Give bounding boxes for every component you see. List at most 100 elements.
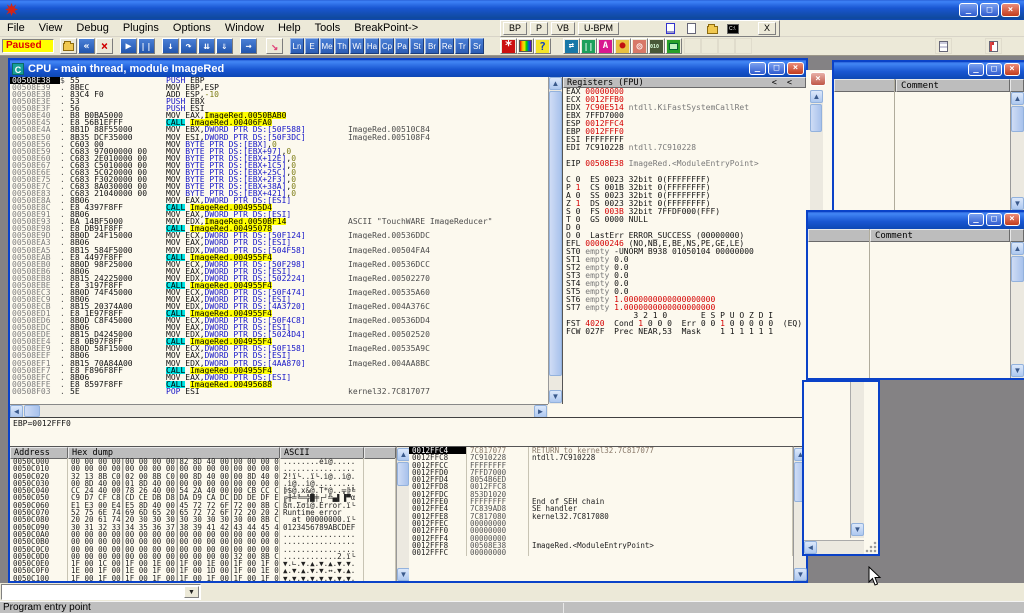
register-line[interactable]: O 0 LastErr ERROR_SUCCESS (00000000) bbox=[563, 232, 806, 240]
menu-breakpoint[interactable]: BreakPoint-> bbox=[347, 20, 425, 37]
run-icon[interactable]: ▶ bbox=[120, 38, 137, 54]
disasm-row[interactable]: 00508ED1.E8 1E97F8FFCALL ImageRed.004955… bbox=[10, 310, 548, 317]
disasm-row[interactable]: 00508EC9.8B06MOV EAX,DWORD PTR DS:[ESI] bbox=[10, 296, 548, 303]
toolbar-letter-button-th[interactable]: Th bbox=[335, 38, 349, 54]
info-pane[interactable]: EBP=0012FFF0 bbox=[10, 417, 806, 445]
disasm-row[interactable]: 00508EE4.E8 0B97F8FFCALL ImageRed.004955… bbox=[10, 338, 548, 345]
dump-vscrollbar[interactable]: ▲ ▼ bbox=[396, 446, 409, 581]
toolbar-letter-button-ha[interactable]: Ha bbox=[365, 38, 379, 54]
toolbar-letter-button-st[interactable]: St bbox=[410, 38, 424, 54]
scroll-down-icon[interactable]: ▼ bbox=[549, 390, 562, 403]
disassembly-vscrollbar[interactable]: ▲ ▼ bbox=[548, 77, 562, 404]
disasm-row[interactable]: 00508E8A.8B06MOV EAX,DWORD PTR DS:[ESI] bbox=[10, 197, 548, 204]
register-line[interactable]: P 1 CS 001B 32bit 0(FFFFFFFF) bbox=[563, 184, 806, 192]
dump-row[interactable]: 0050C060E1 E3 00 E4|E5 8D 40 00|45 72 72… bbox=[10, 502, 396, 509]
menu-options[interactable]: Options bbox=[166, 20, 218, 37]
step-over-icon[interactable]: ↷ bbox=[180, 38, 197, 54]
disasm-row[interactable]: 00508EEF.8B06MOV EAX,DWORD PTR DS:[ESI] bbox=[10, 352, 548, 359]
assembler-a-icon[interactable]: A bbox=[597, 38, 614, 54]
register-line[interactable]: FST 4020 Cond 1 0 0 0 Err 0 0 1 0 0 0 0 … bbox=[563, 320, 806, 328]
register-line[interactable]: C 0 ES 0023 32bit 0(FFFFFFFF) bbox=[563, 176, 806, 184]
stack-row[interactable]: 0012FFE0FFFFFFFFEnd of SEH chain bbox=[409, 498, 793, 505]
disasm-row[interactable]: 00508E60.C683 2E010000 00MOV BYTE PTR DS… bbox=[10, 155, 548, 162]
scroll-up-icon[interactable]: ▲ bbox=[810, 90, 823, 103]
dump-row[interactable]: 0050C040CC 24 40 00|78 26 40 00|54 2A 40… bbox=[10, 487, 396, 494]
plugin-close-button[interactable]: X bbox=[758, 22, 776, 35]
dump-row[interactable]: 0050C0C000 00 00 00|00 00 00 00|00 00 00… bbox=[10, 546, 396, 553]
help-icon[interactable]: ? bbox=[534, 38, 551, 54]
disasm-row[interactable]: 00508E75.C683 F3020000 00MOV BYTE PTR DS… bbox=[10, 176, 548, 183]
cpu-minimize-button[interactable]: _ bbox=[749, 62, 766, 75]
toolbar-letter-button-me[interactable]: Me bbox=[320, 38, 334, 54]
toolbar-letter-button-br[interactable]: Br bbox=[425, 38, 439, 54]
dump-row[interactable]: 0050C01000 00 00 00|00 00 00 00|00 00 00… bbox=[10, 465, 396, 472]
close-button[interactable]: × bbox=[1004, 63, 1020, 76]
toolbar-letter-button-e[interactable]: E bbox=[305, 38, 319, 54]
trace-over-icon[interactable]: ⇓ bbox=[216, 38, 233, 54]
register-line[interactable]: ECX 0012FFB0 bbox=[563, 96, 806, 104]
console-icon[interactable]: C:\ bbox=[724, 21, 742, 36]
registers-header-buttons[interactable]: << bbox=[772, 78, 802, 87]
disasm-row[interactable]: 00508EA5.8B15 584F5000MOV EDX,DWORD PTR … bbox=[10, 247, 548, 254]
register-line[interactable]: ESI FFFFFFFF bbox=[563, 136, 806, 144]
blue-doc-icon[interactable] bbox=[661, 21, 679, 36]
register-line[interactable]: ESP 0012FFC4 bbox=[563, 120, 806, 128]
menu-file[interactable]: File bbox=[0, 20, 32, 37]
memory-dump-pane[interactable]: Address Hex dump ASCII 0050C00000 00 00 … bbox=[10, 446, 396, 581]
command-combobox[interactable]: ▼ bbox=[1, 584, 201, 600]
disasm-row[interactable]: 00508E7C.C683 8A030000 00MOV BYTE PTR DS… bbox=[10, 183, 548, 190]
disasm-row[interactable]: 00508EFE.E8 8597F8FFCALL ImageRed.004956… bbox=[10, 381, 548, 388]
stack-row[interactable]: 0012FFDC853D1020 bbox=[409, 491, 793, 498]
scroll-down-icon[interactable]: ▼ bbox=[851, 523, 864, 536]
hidden-window-close-button[interactable]: × bbox=[810, 72, 826, 86]
register-line[interactable]: FCW 027F Prec NEAR,53 Mask 1 1 1 1 1 1 bbox=[563, 328, 806, 336]
register-line[interactable] bbox=[563, 152, 806, 160]
restart-icon[interactable]: « bbox=[78, 38, 95, 54]
menu-plugins[interactable]: Plugins bbox=[116, 20, 166, 37]
register-line[interactable]: ST4 empty 0.0 bbox=[563, 280, 806, 288]
disasm-row[interactable]: 00508EF1.8B15 70A84A00MOV EDX,DWORD PTR … bbox=[10, 360, 548, 367]
disasm-row[interactable]: 00508EF7.E8 F896F8FFCALL ImageRed.004955… bbox=[10, 367, 548, 374]
cpu-restore-button[interactable]: □ bbox=[768, 62, 785, 75]
disasm-row[interactable]: 00508E4A.8B1D 88F55000MOV EBX,DWORD PTR … bbox=[10, 126, 548, 133]
cpu-window-title-bar[interactable]: C CPU - main thread, module ImageRed _ □… bbox=[10, 60, 806, 77]
disasm-row[interactable]: 00508EAB.E8 4497F8FFCALL ImageRed.004955… bbox=[10, 254, 548, 261]
scroll-thumb[interactable] bbox=[549, 91, 562, 376]
dump-row[interactable]: 0050C03000 8D 40 00|01 8D 40 00|00 00 00… bbox=[10, 480, 396, 487]
disasm-row[interactable]: 00508E45.E8 56B1EFFFCALL ImageRed.00406F… bbox=[10, 119, 548, 126]
disasm-row[interactable]: 00508ED6.8B0D C8F45000MOV ECX,DWORD PTR … bbox=[10, 317, 548, 324]
disasm-row[interactable]: 00508EDC.8B06MOV EAX,DWORD PTR DS:[ESI] bbox=[10, 324, 548, 331]
plugin-button-vb[interactable]: VB bbox=[551, 22, 575, 35]
toolbar-letter-button-cp[interactable]: Cp bbox=[380, 38, 394, 54]
record-red-icon[interactable]: ● bbox=[614, 38, 631, 54]
scroll-down-icon[interactable]: ▼ bbox=[794, 568, 807, 581]
appearance-colors-icon[interactable] bbox=[517, 38, 534, 54]
dump-row[interactable]: 0050C050C9 D7 CF C8|CD CE DB D8|DA D9 CA… bbox=[10, 494, 396, 501]
close-button[interactable]: × bbox=[1001, 3, 1020, 17]
binary-pad-icon[interactable]: 010101 bbox=[648, 38, 665, 54]
stack-row[interactable]: 0012FFE87C817080kernel32.7C817080 bbox=[409, 513, 793, 520]
disasm-row[interactable]: 00508EB0.8B0D 98F25000MOV ECX,DWORD PTR … bbox=[10, 261, 548, 268]
disasm-row[interactable]: 00508F03.5EPOP ESIkernel32.7C817077 bbox=[10, 388, 548, 395]
toolbar-letter-button-re[interactable]: Re bbox=[440, 38, 454, 54]
restore-button[interactable]: □ bbox=[986, 213, 1002, 226]
disasm-row[interactable]: 00508E40.B8 B0BA5000MOV EAX,ImageRed.005… bbox=[10, 112, 548, 119]
scroll-up-icon[interactable]: ▲ bbox=[1011, 242, 1024, 255]
disasm-row[interactable]: 00508E50.8B35 DCF35000MOV ESI,DWORD PTR … bbox=[10, 134, 548, 141]
stack-row[interactable]: 0012FFCCFFFFFFFF bbox=[409, 462, 793, 469]
menu-debug[interactable]: Debug bbox=[69, 20, 115, 37]
menu-view[interactable]: View bbox=[32, 20, 70, 37]
scroll-thumb[interactable] bbox=[1011, 256, 1024, 282]
blank-slot[interactable] bbox=[701, 38, 718, 54]
combobox-dropdown-icon[interactable]: ▼ bbox=[184, 586, 199, 598]
toolbar-letter-button-sr[interactable]: Sr bbox=[470, 38, 484, 54]
options-gear-icon[interactable]: * bbox=[500, 38, 517, 54]
disasm-row[interactable]: 00508E56.C603 00MOV BYTE PTR DS:[EBX],0 bbox=[10, 141, 548, 148]
stack-row[interactable]: 0012FFE47C839AD8SE handler bbox=[409, 505, 793, 512]
hidden-window-vscrollbar[interactable]: ▲ bbox=[810, 90, 823, 210]
notes-page-icon[interactable] bbox=[935, 38, 952, 54]
scroll-up-icon[interactable]: ▲ bbox=[1011, 92, 1024, 105]
open-file-icon[interactable] bbox=[60, 38, 77, 54]
scroll-left-icon[interactable]: ◄ bbox=[804, 541, 817, 554]
disasm-row[interactable]: 00508EFC.8B06MOV EAX,DWORD PTR DS:[ESI] bbox=[10, 374, 548, 381]
